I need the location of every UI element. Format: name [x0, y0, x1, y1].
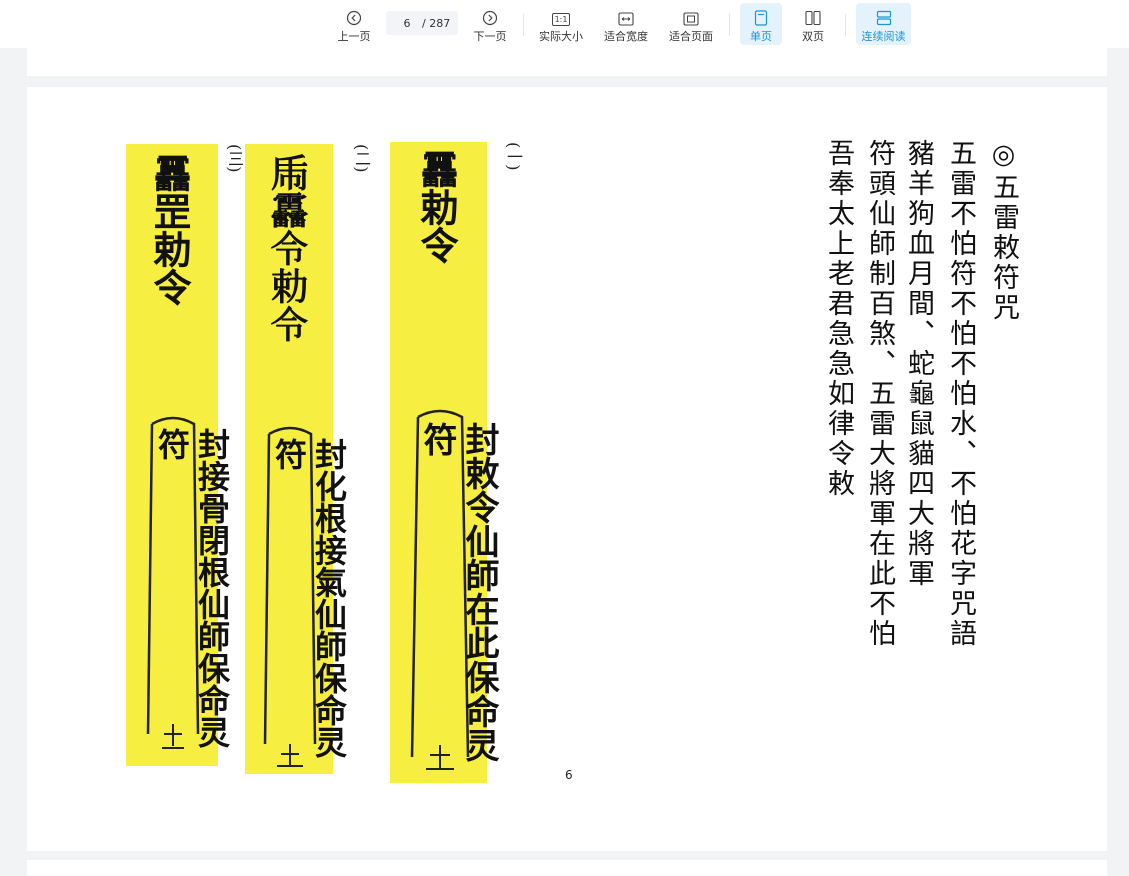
- document-heading: ◎五雷敕符咒: [988, 139, 1019, 323]
- fit-page-label: 适合页面: [669, 30, 713, 43]
- fit-width-button[interactable]: 适合宽度: [602, 3, 650, 45]
- page-number: 6: [565, 768, 573, 782]
- text-line-3: 符頭仙師制百煞、五雷大將軍在此不怕: [864, 139, 895, 649]
- talisman-1-top-glyphs: 靐勅令: [414, 150, 459, 264]
- chevron-right-icon: [482, 6, 498, 26]
- previous-page: [27, 48, 1107, 76]
- document-page: 靐罡勅令 封接骨閉根仙師保命灵符 (三) 𢁺靐令勅令 封化根接氣仙師保命灵符 (…: [27, 87, 1107, 851]
- fit-page-icon: [683, 6, 699, 26]
- next-page-button[interactable]: 下一页: [470, 3, 510, 45]
- page-indicator: / 287: [386, 11, 458, 35]
- fit-width-icon: [618, 6, 634, 26]
- prev-page-button[interactable]: 上一页: [334, 3, 374, 45]
- actual-size-icon: 1:1: [551, 6, 571, 26]
- talisman-2-number: (二): [352, 144, 371, 173]
- talisman-2-image: 𢁺靐令勅令 封化根接氣仙師保命灵符: [245, 144, 348, 774]
- talisman-1-image: 靐勅令 封敕令仙師在此保命灵符: [390, 142, 499, 783]
- text-line-2: 豬羊狗血月間、蛇龜鼠貓四大將軍: [903, 139, 934, 589]
- talisman-3-top-glyphs: 靐罡勅令: [147, 154, 192, 306]
- single-page-icon: [754, 6, 768, 26]
- chevron-left-icon: [346, 6, 362, 26]
- fit-width-label: 适合宽度: [604, 30, 648, 43]
- talisman-2-top-glyphs: 𢁺靐令勅令: [266, 152, 311, 342]
- page-total: / 287: [422, 16, 451, 30]
- page-number-input[interactable]: [392, 16, 422, 30]
- prev-page-label: 上一页: [337, 30, 371, 43]
- talisman-3-number: (三): [225, 144, 244, 173]
- continuous-reading-button[interactable]: 连续阅读: [856, 3, 911, 45]
- next-page-label: 下一页: [473, 30, 507, 43]
- talisman-3-main-text: 封接骨閉根仙師保命灵符: [153, 428, 231, 748]
- viewer-toolbar: 上一页 / 287 下一页 1:1 实际大小 适合宽度 适合页面 单页: [0, 0, 1129, 48]
- single-page-label: 单页: [750, 30, 772, 43]
- talisman-2-main-text: 封化根接氣仙師保命灵符: [270, 438, 348, 758]
- continuous-reading-icon: [876, 6, 892, 26]
- actual-size-label: 实际大小: [539, 30, 583, 43]
- talisman-3-image: 靐罡勅令 封接骨閉根仙師保命灵符: [126, 144, 231, 766]
- talisman-1-number: (一): [504, 142, 523, 171]
- fit-page-button[interactable]: 适合页面: [666, 3, 716, 45]
- continuous-reading-label: 连续阅读: [861, 30, 906, 43]
- text-line-4: 吾奉太上老君急急如律令敕: [823, 139, 854, 499]
- talisman-1-main-text: 封敕令仙師在此保命灵符: [417, 422, 499, 762]
- toolbar-divider: [523, 14, 524, 36]
- text-line-1: 五雷不怕符不怕不怕水、不怕花字咒語: [945, 139, 976, 649]
- single-page-button[interactable]: 单页: [740, 3, 782, 45]
- next-page: [27, 860, 1107, 876]
- double-page-icon: [805, 6, 821, 26]
- toolbar-divider: [729, 14, 730, 36]
- double-page-button[interactable]: 双页: [793, 3, 833, 45]
- actual-size-button[interactable]: 1:1 实际大小: [536, 3, 586, 45]
- double-page-label: 双页: [802, 30, 824, 43]
- toolbar-divider: [845, 14, 846, 36]
